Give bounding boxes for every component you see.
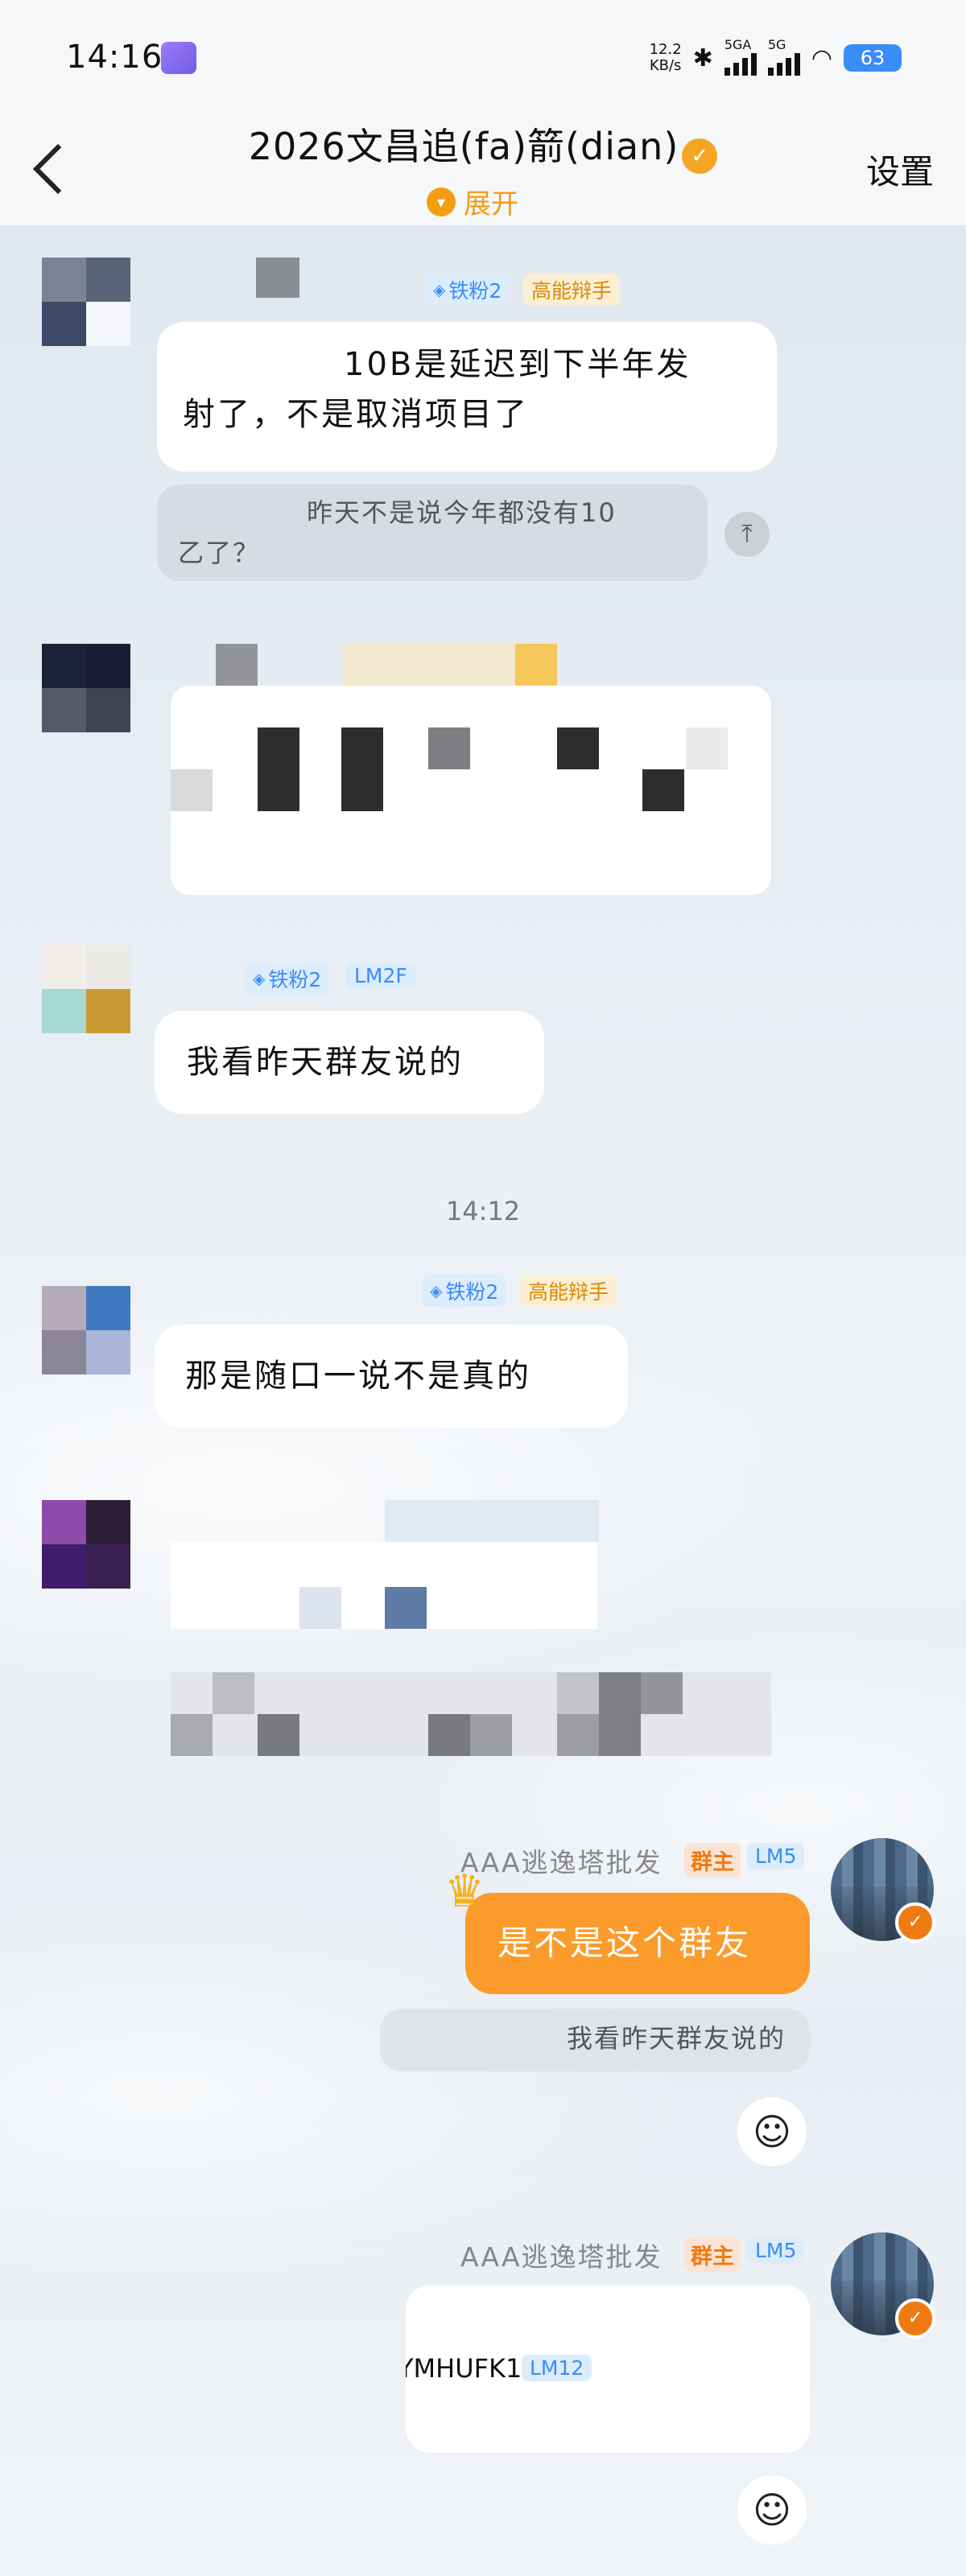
message-bubble[interactable]: 那是随口一说不是真的	[155, 1325, 628, 1428]
card-level-badge: LM12	[522, 2355, 592, 2381]
emoji-react-icon[interactable]: ☺	[737, 2097, 807, 2166]
speed-value: 12.2	[649, 41, 682, 58]
message-text: 我看昨天群友说的	[187, 1044, 464, 1081]
crown-icon: ♛	[444, 1865, 485, 1918]
signal-5ga-icon: 5GA	[724, 37, 757, 76]
fan-badge: ◈ 铁粉2	[425, 274, 510, 306]
redacted-name	[256, 258, 299, 298]
expand-label: 展开	[464, 188, 518, 221]
avatar[interactable]	[42, 644, 130, 732]
verified-icon: ✓	[895, 2298, 935, 2339]
message-text-line1: 10B是延迟到下半年发	[344, 346, 691, 383]
scroll-up-icon[interactable]: ⤒	[724, 512, 770, 557]
avatar[interactable]	[42, 258, 130, 346]
gallery-notification-icon	[161, 42, 196, 74]
my-message-text: 是不是这个群友	[497, 1923, 752, 1963]
redacted-message[interactable]	[171, 1542, 597, 1629]
message-text: 那是随口一说不是真的	[185, 1358, 531, 1395]
signal-5g-icon: 5G	[767, 37, 800, 76]
group-title[interactable]: 2026文昌追(fa)箭(dian)	[249, 117, 679, 171]
signal-5ga-label: 5GA	[724, 37, 752, 52]
bluetooth-icon: ✱	[692, 43, 713, 72]
title-badge: 高能辩手	[523, 274, 621, 306]
network-speed: 12.2 KB/s	[650, 42, 682, 74]
fan-badge: ◈ 铁粉2	[422, 1275, 507, 1307]
fan-icon: ◈	[430, 1281, 443, 1300]
battery-icon: 63	[844, 44, 902, 72]
level-badge: LM5	[747, 1843, 805, 1869]
fan-badge-label: 铁粉2	[448, 279, 502, 303]
redacted-badge	[515, 644, 557, 686]
message-text-line2: 射了，不是取消项目了	[183, 396, 529, 433]
level-badge: LM2F	[346, 962, 415, 989]
fan-badge: ◈ 铁粉2	[245, 962, 330, 995]
fan-badge-label: 铁粉2	[445, 1280, 499, 1304]
avatar[interactable]	[42, 1500, 130, 1589]
chat-header: 2026文昌追(fa)箭(dian) ✓ ▾ 展开 设置	[0, 113, 966, 225]
verified-icon: ✓	[895, 1902, 935, 1943]
quoted-reply[interactable]: 昨天不是说今年都没有10 乙了？	[157, 484, 708, 581]
card-name: YMHUFK1	[406, 2353, 522, 2384]
fan-badge-label: 铁粉2	[268, 968, 322, 991]
status-bar: 14:16 12.2 KB/s ✱ 5GA 5G ◠ 63	[0, 0, 966, 113]
expand-button[interactable]: ▾ 展开	[427, 182, 518, 221]
sender-name: AAA逃逸塔批发	[460, 1847, 663, 1878]
quote-text: 我看昨天群友说的	[566, 2023, 786, 2054]
title-wrap: 2026文昌追(fa)箭(dian) ✓	[0, 113, 966, 174]
signal-5g-label: 5G	[767, 37, 786, 52]
message-bubble[interactable]: 10B是延迟到下半年发 射了，不是取消项目了	[157, 322, 777, 472]
status-time: 14:16	[66, 39, 163, 76]
redacted-name	[216, 644, 258, 686]
verified-group-icon: ✓	[682, 138, 718, 174]
timestamp: 14:12	[445, 1196, 521, 1226]
redacted-name	[385, 1500, 599, 1542]
status-icons: 12.2 KB/s ✱ 5GA 5G ◠ 63	[650, 34, 902, 82]
quoted-reply[interactable]: 我看昨天群友说的	[380, 2009, 810, 2071]
emoji-react-icon[interactable]: ☺	[737, 2475, 807, 2545]
level-badge: LM5	[747, 2237, 805, 2264]
sender-name: AAA逃逸塔批发	[460, 2241, 663, 2273]
fan-icon: ◈	[253, 969, 266, 988]
avatar[interactable]	[42, 945, 130, 1033]
chevron-down-icon: ▾	[427, 187, 456, 216]
quote-line1: 昨天不是说今年都没有10	[307, 497, 617, 528]
message-bubble[interactable]: 我看昨天群友说的	[155, 1011, 544, 1114]
contact-card[interactable]: YMHUFK1 LM12	[406, 2285, 810, 2453]
settings-button[interactable]: 设置	[866, 145, 934, 194]
my-message-bubble[interactable]: 是不是这个群友	[465, 1893, 810, 1994]
quote-line2: 乙了？	[178, 538, 261, 568]
owner-badge: 群主	[684, 2237, 741, 2272]
speed-unit: KB/s	[649, 57, 682, 74]
avatar[interactable]	[42, 1286, 130, 1375]
owner-badge: 群主	[684, 1843, 741, 1877]
fan-icon: ◈	[433, 280, 446, 299]
wifi-icon: ◠	[811, 43, 832, 72]
redacted-content	[171, 1672, 771, 1756]
redacted-image-message[interactable]	[171, 686, 771, 895]
title-badge: 高能辩手	[520, 1275, 617, 1307]
redacted-badge	[343, 644, 515, 686]
